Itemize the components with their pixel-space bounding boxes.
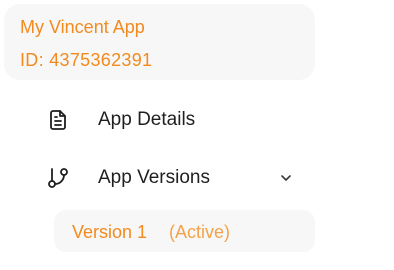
app-sidebar: My Vincent App ID: 4375362391 App Detail… [0, 0, 394, 270]
version-item-1[interactable]: Version 1 (Active) [54, 210, 315, 252]
nav-item-label: App Versions [98, 167, 210, 188]
nav-item-app-details[interactable]: App Details [40, 100, 310, 140]
nav-item-label: App Details [98, 109, 196, 130]
version-name: Version 1 [72, 222, 148, 242]
app-name: My Vincent App [20, 17, 145, 37]
chevron-down-icon[interactable] [278, 170, 294, 186]
nav-item-app-versions[interactable]: App Versions [40, 158, 310, 198]
git-branch-icon [46, 166, 70, 190]
version-status-badge: (Active) [169, 222, 231, 242]
app-info-card[interactable]: My Vincent App ID: 4375362391 [4, 4, 315, 80]
document-icon [46, 108, 70, 132]
app-id: ID: 4375362391 [20, 50, 153, 70]
